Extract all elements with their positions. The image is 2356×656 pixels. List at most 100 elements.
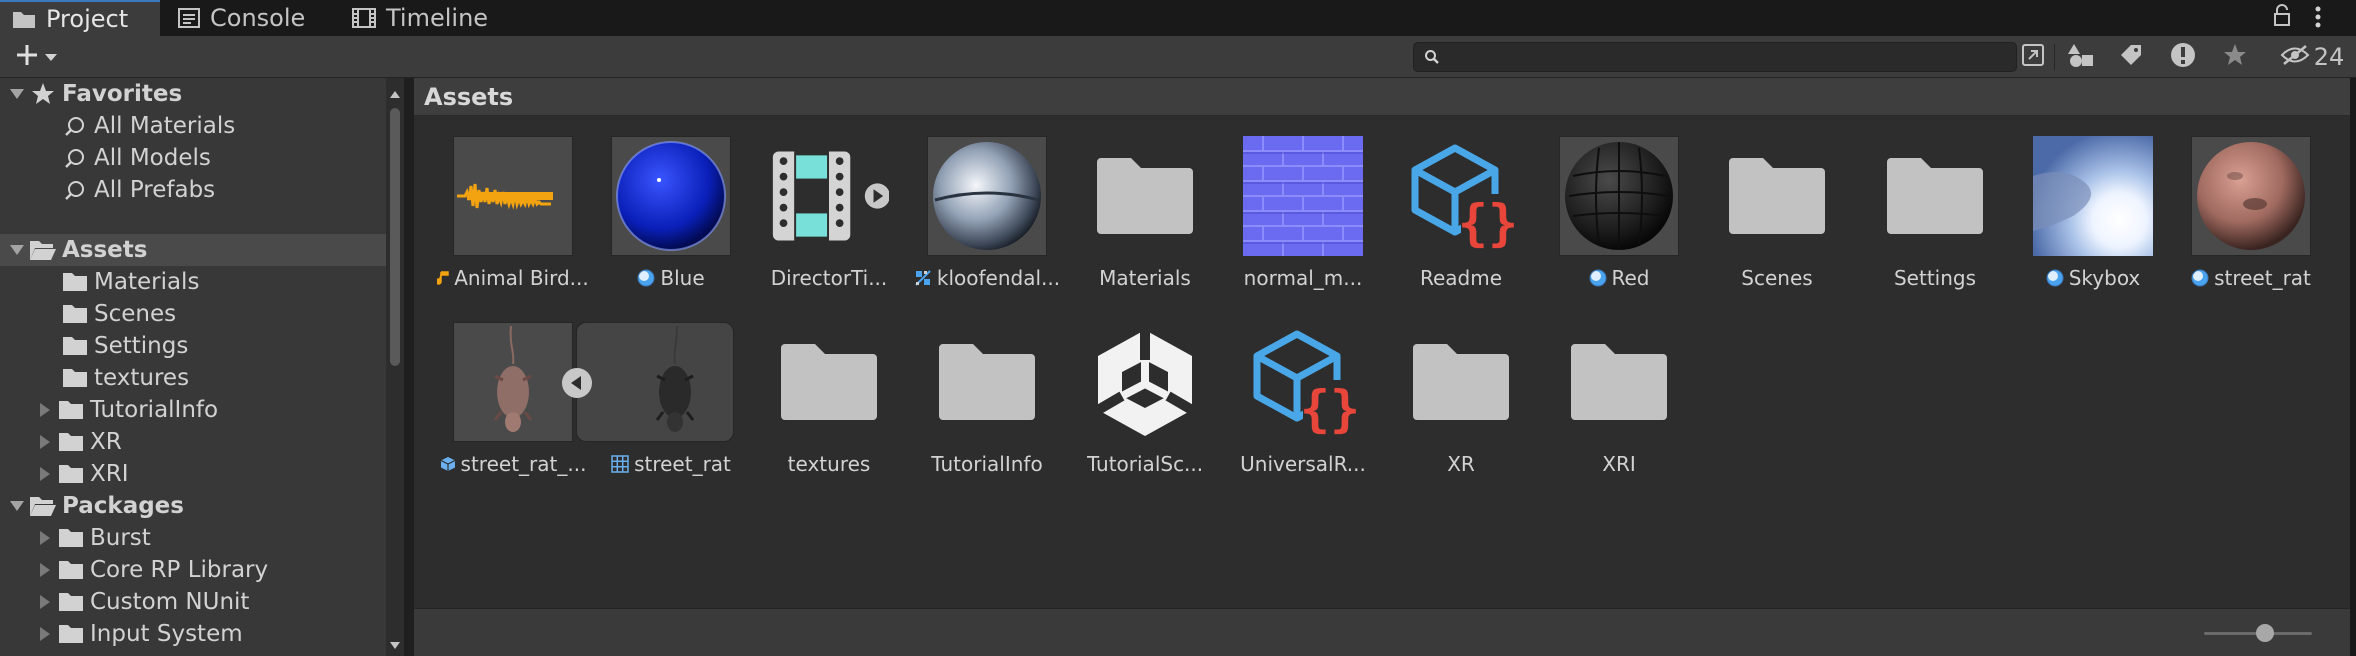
collapse-arrow-icon[interactable] — [34, 527, 56, 549]
tree-item-all-models[interactable]: All Models — [0, 142, 386, 174]
folder-icon — [56, 395, 86, 425]
asset-label: Blue — [594, 264, 748, 292]
filter-by-label-button[interactable] — [2114, 36, 2148, 78]
hidden-packages-toggle[interactable]: 24 — [2270, 36, 2354, 78]
asset-blue[interactable]: Blue — [608, 130, 734, 300]
scrollbar-thumb[interactable] — [390, 108, 400, 366]
toolbar-separator — [2054, 44, 2055, 70]
material-icon — [2191, 269, 2209, 287]
asset-street-rat-model[interactable]: street_rat_... — [440, 316, 586, 486]
folder-open-icon — [28, 491, 58, 521]
asset-label: Readme — [1419, 266, 1503, 290]
tree-label: Favorites — [62, 81, 183, 107]
tree-item-core-rp-library[interactable]: Core RP Library — [0, 554, 386, 586]
lock-icon[interactable] — [2272, 3, 2292, 33]
tree-label: Assets — [62, 237, 148, 263]
search-input[interactable] — [1446, 45, 2006, 69]
collapse-arrow-icon[interactable] — [34, 623, 56, 645]
folder-icon — [1875, 136, 1995, 256]
asset-label: UniversalR... — [1240, 452, 1366, 476]
collapse-arrow-icon[interactable] — [34, 559, 56, 581]
collapse-arrow-icon[interactable] — [34, 431, 56, 453]
tree-item-input-system[interactable]: Input System — [0, 618, 386, 650]
tree-item-xr[interactable]: XR — [0, 426, 386, 458]
asset-kloofendal[interactable]: kloofendal... — [915, 130, 1060, 300]
tree-item-scenes[interactable]: Scenes — [0, 298, 386, 330]
expand-arrow-icon[interactable] — [6, 83, 28, 105]
tree-scrollbar[interactable] — [386, 78, 404, 656]
tree-item-all-materials[interactable]: All Materials — [0, 110, 386, 142]
asset-red[interactable]: Red — [1556, 130, 1682, 300]
tree-favorites-header[interactable]: Favorites — [0, 78, 386, 110]
tree-label: textures — [94, 365, 190, 391]
tree-item-materials[interactable]: Materials — [0, 266, 386, 298]
asset-textures-folder[interactable]: textures — [766, 316, 892, 486]
asset-xr-folder[interactable]: XR — [1398, 316, 1524, 486]
tree-item-all-prefabs[interactable]: All Prefabs — [0, 174, 386, 206]
folder-tree: Favorites All Materials All Models All P… — [0, 78, 386, 656]
collapse-arrow-icon[interactable] — [34, 463, 56, 485]
kebab-menu-icon[interactable] — [2312, 3, 2324, 35]
search-icon — [60, 175, 90, 205]
search-by-type-button[interactable] — [2016, 36, 2050, 78]
tab-project[interactable]: Project — [0, 0, 160, 36]
icon-size-slider-handle[interactable] — [2256, 624, 2274, 642]
tree-item-burst[interactable]: Burst — [0, 522, 386, 554]
asset-settings-folder[interactable]: Settings — [1872, 130, 1998, 300]
search-field[interactable] — [1413, 42, 2017, 72]
breadcrumb-assets[interactable]: Assets — [424, 83, 513, 111]
filter-by-type-button[interactable] — [2064, 36, 2098, 78]
asset-tutorialscene[interactable]: TutorialSc... — [1082, 316, 1208, 486]
scroll-down-arrow-icon[interactable] — [389, 636, 401, 655]
asset-label: XRI — [1602, 452, 1636, 476]
timeline-icon — [769, 136, 889, 256]
tree-item-tutorialinfo[interactable]: TutorialInfo — [0, 394, 386, 426]
save-search-button[interactable] — [2218, 36, 2252, 78]
tree-item-textures[interactable]: textures — [0, 362, 386, 394]
tree-item-settings[interactable]: Settings — [0, 330, 386, 362]
folder-icon — [56, 619, 86, 649]
folder-icon — [1559, 322, 1679, 442]
asset-normal-map[interactable]: normal_m... — [1240, 130, 1366, 300]
rat-model-thumbnail — [453, 322, 573, 442]
asset-scenes-folder[interactable]: Scenes — [1714, 130, 1840, 300]
tab-label: Timeline — [386, 4, 489, 32]
expand-arrow-icon[interactable] — [6, 495, 28, 517]
tree-label: Materials — [94, 269, 200, 295]
collapse-arrow-icon[interactable] — [34, 399, 56, 421]
expand-arrow-icon[interactable] — [6, 239, 28, 261]
cube-icon — [440, 456, 456, 472]
asset-readme[interactable]: {} Readme — [1398, 130, 1524, 300]
tree-item-custom-nunit[interactable]: Custom NUnit — [0, 586, 386, 618]
create-button[interactable] — [8, 36, 64, 78]
scroll-up-arrow-icon[interactable] — [389, 84, 401, 103]
collapse-prefab-arrow-icon[interactable] — [561, 367, 593, 403]
asset-xri-folder[interactable]: XRI — [1556, 316, 1682, 486]
pane-splitter[interactable] — [404, 78, 414, 656]
asset-materials-folder[interactable]: Materials — [1082, 130, 1208, 300]
script-cube-icon: {} — [1243, 322, 1363, 442]
tree-item-xri[interactable]: XRI — [0, 458, 386, 490]
asset-street-rat-material[interactable]: street_rat — [2188, 130, 2314, 300]
window-tab-bar: Project Console Timeline — [0, 0, 2356, 36]
tree-assets-header[interactable]: Assets — [0, 234, 386, 266]
tab-timeline[interactable]: Timeline — [352, 0, 502, 36]
film-icon — [352, 8, 376, 28]
svg-text:{}: {} — [1300, 380, 1359, 438]
search-icon — [60, 143, 90, 173]
shapes-icon — [2068, 42, 2094, 72]
tree-packages-header[interactable]: Packages — [0, 490, 386, 522]
asset-universalrp[interactable]: {} UniversalR... — [1240, 316, 1366, 486]
asset-street-rat-mesh[interactable]: street_rat — [562, 316, 734, 486]
folder-icon — [60, 363, 90, 393]
texture-icon — [914, 269, 932, 287]
asset-skybox[interactable]: Skybox — [2030, 130, 2156, 300]
collapse-arrow-icon[interactable] — [34, 591, 56, 613]
filter-by-log-type-button[interactable] — [2166, 36, 2200, 78]
tab-console[interactable]: Console — [178, 0, 328, 36]
folder-icon — [60, 299, 90, 329]
asset-directortimeline[interactable]: DirectorTi... — [766, 130, 892, 300]
asset-animal-bird[interactable]: Animal Bird... — [437, 130, 589, 300]
unity-logo-icon — [1085, 322, 1205, 442]
asset-tutorialinfo-folder[interactable]: TutorialInfo — [924, 316, 1050, 486]
